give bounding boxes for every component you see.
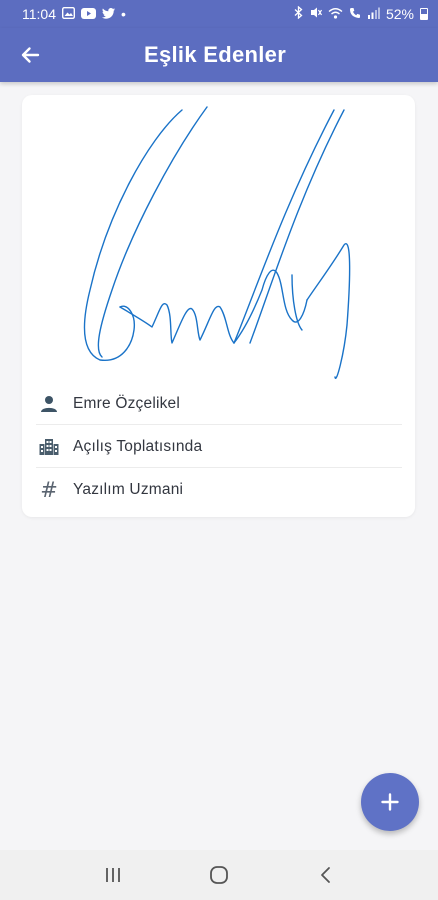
signature-image [83,106,351,380]
battery-icon [420,8,428,20]
system-nav-bar [0,850,438,900]
recent-apps-icon [106,868,120,882]
person-icon [36,391,62,417]
app-bar: Eşlik Edenler [0,28,438,82]
battery-text: 52% [385,6,414,22]
bluetooth-icon [294,5,303,22]
back-nav-button[interactable] [305,855,345,895]
status-left: 11:04 • [22,6,126,22]
arrow-left-icon [21,47,40,63]
job-title-row: # Yazılım Uzmani [36,469,402,511]
hash-glyph: # [40,478,58,502]
plus-icon [381,793,399,811]
attendee-card[interactable]: Emre Özçelikel Açılış Toplatısında # Yaz… [22,95,415,517]
meeting-row: Açılış Toplatısında [36,426,402,468]
attendee-name: Emre Özçelikel [73,394,181,412]
screen: 11:04 • 52% Eşlik Edenler Emre Özçelikel… [0,0,438,900]
gallery-icon [61,6,76,22]
job-title: Yazılım Uzmani [73,481,184,498]
recent-apps-button[interactable] [93,855,133,895]
meeting-name: Açılış Toplatısında [73,437,203,455]
mute-icon [309,6,322,22]
status-right: 52% [294,5,428,22]
add-attendee-button[interactable] [361,773,419,831]
attendee-name-row: Emre Özçelikel [36,383,402,425]
home-icon [210,866,228,884]
home-button[interactable] [199,855,239,895]
back-nav-icon [321,867,330,883]
wifi-icon [328,6,343,22]
status-bar: 11:04 • 52% [0,0,438,28]
status-dot: • [121,6,126,22]
call-icon [349,6,361,22]
youtube-icon [81,6,96,22]
status-time: 11:04 [22,6,56,22]
building-icon [36,434,62,460]
page-title: Eşlik Edenler [144,42,287,67]
signal-icon [367,6,380,22]
hash-icon: # [36,477,62,503]
back-button[interactable] [0,28,60,82]
twitter-icon [102,6,115,22]
